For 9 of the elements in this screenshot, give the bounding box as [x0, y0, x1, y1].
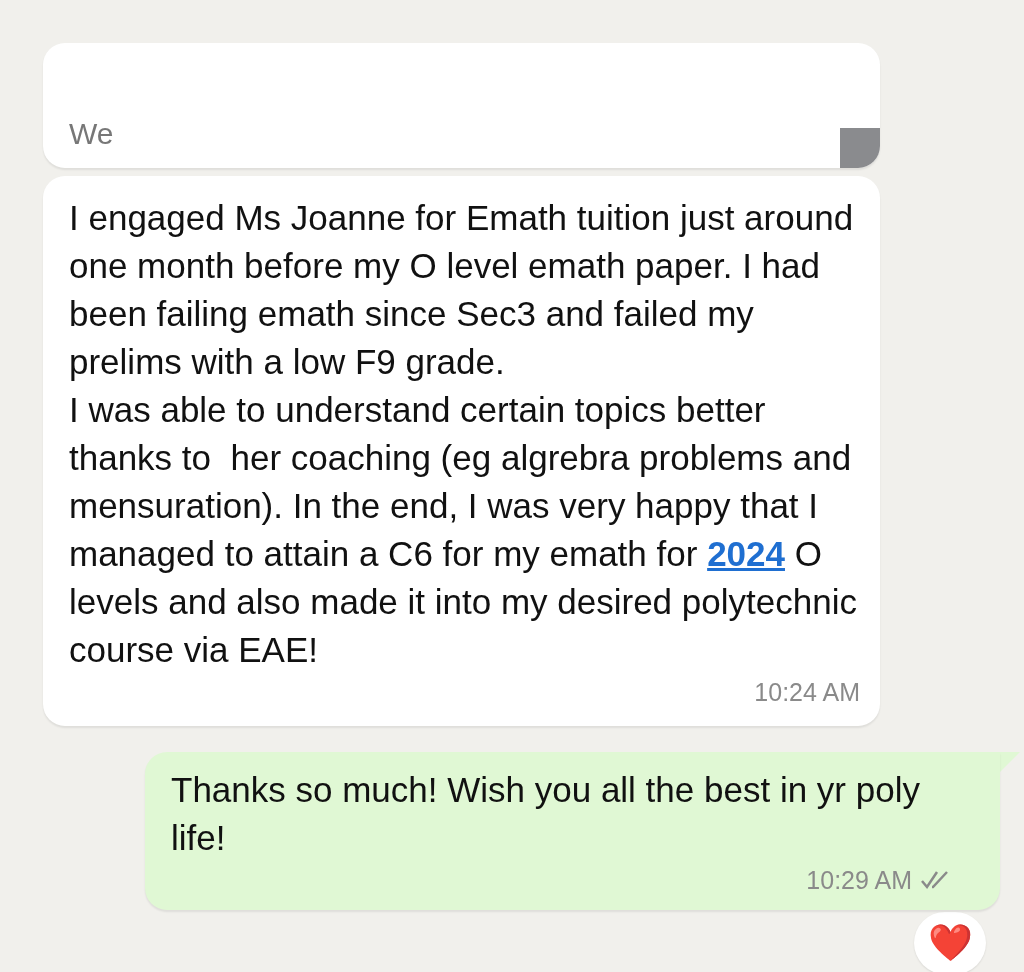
redaction-block	[840, 128, 880, 168]
message-text: We	[69, 117, 114, 150]
message-text: Thanks so much! Wish you all the best in yr poly life!	[171, 769, 921, 859]
reaction-badge[interactable]: ❤	[914, 912, 986, 972]
message-time: 10:29 AM	[806, 865, 912, 896]
year-link[interactable]: 2024	[707, 534, 785, 573]
message-text: I engaged Ms Joanne for Emath tuition just around one month before my O level emath paper. I had been failing emath since Sec3 and failed my prelims with a low F9 grade.	[69, 197, 855, 383]
message-time: 10:24 AM	[754, 677, 860, 708]
message-text: I was able to understand certain topics better thanks to her coaching (eg algrebra problems and mensuration). In the end, I was very happy that I managed to attain a C6 for my emath for 2024 O levels and also made it into my desired polytechnic course via EAE!	[69, 389, 858, 671]
